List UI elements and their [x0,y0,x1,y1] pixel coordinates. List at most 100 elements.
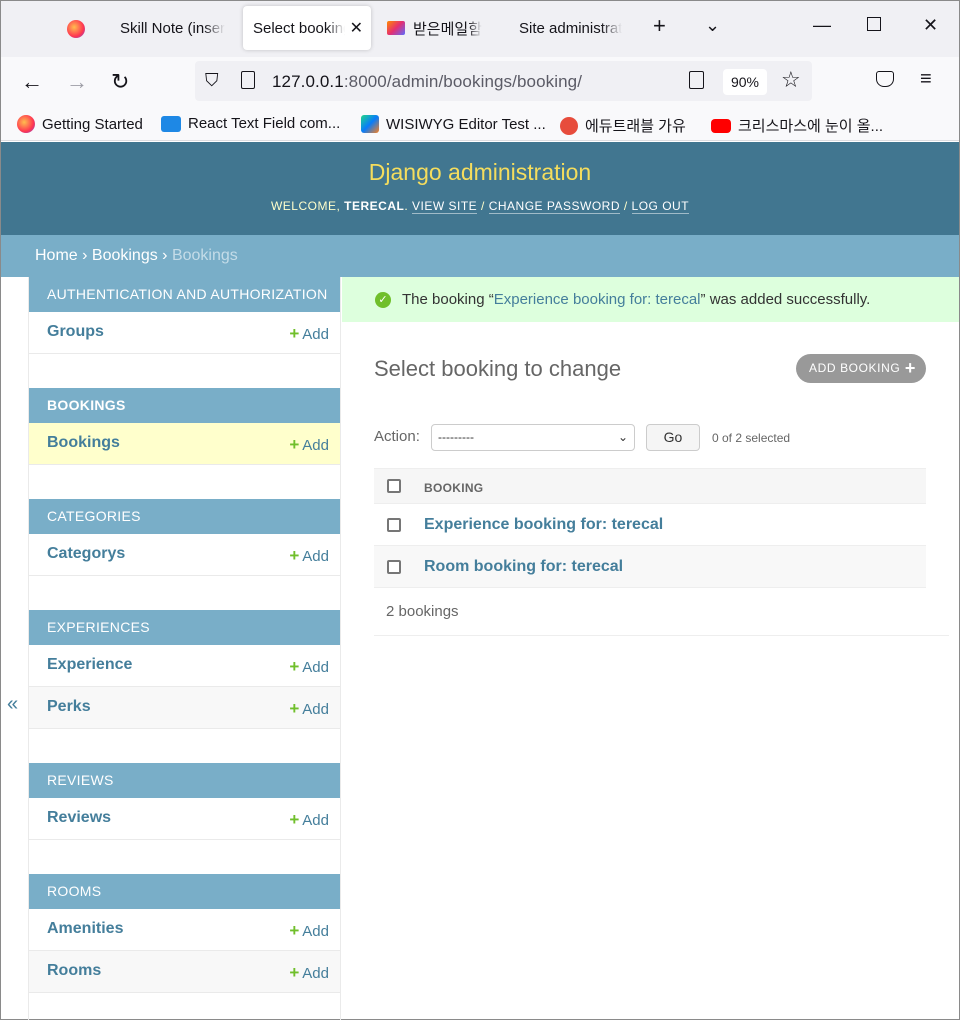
add-experience-link[interactable]: + Add [289,657,329,677]
new-tab-icon[interactable]: + [653,13,666,39]
select-all-checkbox[interactable] [387,479,401,493]
message-suffix: ” was added successfully. [700,291,871,308]
action-label: Action: [374,428,420,445]
sidebar-item-label[interactable]: Experience [47,656,132,674]
module-reviews: Reviews Reviews + Add [29,763,340,840]
bookmark-label: WISIWYG Editor Test ... [386,115,546,133]
paginator: 2 bookings [374,588,949,636]
module-experiences: Experiences Experience + Add Perks + Add [29,610,340,729]
menu-icon[interactable]: ≡ [920,68,932,91]
module-caption[interactable]: Reviews [29,763,340,798]
module-caption[interactable]: Experiences [29,610,340,645]
bookmark-label: 크리스마스에 눈이 올... [738,118,884,135]
row-link[interactable]: Experience booking for: terecal [424,516,663,534]
add-groups-link[interactable]: + Add [289,324,329,344]
sidebar-item-amenities: Amenities + Add [29,909,340,951]
add-amenities-link[interactable]: + Add [289,921,329,941]
tab-mail[interactable]: 받은메일함 [379,6,505,50]
add-reviews-link[interactable]: + Add [289,810,329,830]
bookmark-getting-started[interactable]: Getting Started [17,115,143,133]
sidebar-item-groups: Groups + Add [29,312,340,354]
youtube-icon [711,118,731,133]
url-text[interactable]: 127.0.0.1:8000/admin/bookings/booking/ [272,72,582,92]
close-window-icon[interactable]: ✕ [923,15,938,36]
collapse-sidebar-button[interactable]: « [7,693,18,716]
module-caption[interactable]: Categories [29,499,340,534]
page-icon[interactable] [241,71,255,89]
plus-icon: + [289,963,300,982]
module-auth: Authentication and Authorization Groups … [29,277,340,354]
row-checkbox[interactable] [387,560,401,574]
add-bookings-link[interactable]: + Add [289,435,329,455]
bookmark-youtube[interactable]: 크리스마스에 눈이 올... [711,115,883,136]
change-password-link[interactable]: Change password [488,199,620,214]
bookmark-wysiwyg[interactable]: WISIWYG Editor Test ... [361,115,546,133]
module-caption[interactable]: Rooms [29,874,340,909]
site-title[interactable]: Django administration [1,159,959,186]
add-label: Add [302,965,329,982]
row-link[interactable]: Room booking for: terecal [424,558,623,576]
tab-list-chevron-icon[interactable]: ⌄ [705,15,720,36]
action-selected-value: --------- [438,430,474,444]
module-caption[interactable]: Authentication and Authorization [29,277,340,312]
column-header-booking[interactable]: Booking [424,481,483,495]
add-label: Add [302,812,329,829]
forward-icon[interactable]: → [66,69,88,95]
sidebar-item-categorys: Categorys + Add [29,534,340,576]
action-select[interactable]: --------- ⌄ [431,424,635,451]
add-label: Add [302,548,329,565]
close-tab-icon[interactable]: ✕ [350,18,363,38]
zoom-level[interactable]: 90% [723,69,767,95]
url-bar[interactable]: ⛉ 127.0.0.1:8000/admin/bookings/booking/… [195,61,812,101]
sidebar-item-label[interactable]: Reviews [47,809,111,827]
sidebar-item-label[interactable]: Bookings [47,434,120,452]
plus-icon: + [289,699,300,718]
breadcrumb-app[interactable]: Bookings [92,247,158,264]
back-icon[interactable]: ← [21,69,43,95]
table-row: Room booking for: terecal [374,546,926,588]
module-bookings: Bookings Bookings + Add [29,388,340,465]
reload-icon[interactable]: ↻ [111,69,129,95]
add-label: Add [302,923,329,940]
sidebar-item-reviews: Reviews + Add [29,798,340,840]
message-link[interactable]: Experience booking for: terecal [494,291,701,308]
pocket-icon[interactable] [876,71,894,87]
username: terecal [344,199,405,213]
add-booking-label: Add booking [809,361,901,375]
logout-link[interactable]: Log out [631,199,690,214]
add-perks-link[interactable]: + Add [289,699,329,719]
tab-site-admin[interactable]: Site administrat [509,6,629,50]
plus-icon: + [289,546,300,565]
url-path: :8000/admin/bookings/booking/ [343,72,583,91]
add-label: Add [302,659,329,676]
results-table: Booking Experience booking for: terecal … [374,468,926,588]
view-site-link[interactable]: View site [412,199,478,214]
row-checkbox[interactable] [387,518,401,532]
bookmark-edutravel[interactable]: 에듀트래블 가유 [560,115,686,136]
tab-skill-note[interactable]: Skill Note (inser [109,6,237,50]
sidebar-item-label[interactable]: Rooms [47,962,101,980]
firefox-icon [17,115,35,133]
sidebar-item-label[interactable]: Perks [47,698,91,716]
plus-icon: + [289,921,300,940]
breadcrumb-home[interactable]: Home [35,247,78,264]
bookmark-label: 에듀트래블 가유 [585,118,686,135]
sidebar-item-label[interactable]: Categorys [47,545,125,563]
go-button[interactable]: Go [646,424,700,451]
add-booking-button[interactable]: Add booking + [796,354,926,383]
firefox-icon[interactable] [67,18,85,40]
sidebar-item-label[interactable]: Amenities [47,920,123,938]
shield-icon[interactable]: ⛉ [205,70,219,91]
add-rooms-link[interactable]: + Add [289,963,329,983]
add-label: Add [302,701,329,718]
minimize-icon[interactable]: — [813,15,831,36]
module-caption[interactable]: Bookings [29,388,340,423]
bookmark-star-icon[interactable]: ☆ [781,67,801,93]
reader-view-icon[interactable] [689,71,704,89]
maximize-icon[interactable] [867,17,881,31]
tab-select-booking[interactable]: Select booking to change ✕ [243,6,371,50]
add-categorys-link[interactable]: + Add [289,546,329,566]
user-tools: Welcome, terecal. View site / Change pas… [270,199,690,214]
bookmark-react-text-field[interactable]: React Text Field com... [161,115,340,132]
sidebar-item-label[interactable]: Groups [47,323,104,341]
